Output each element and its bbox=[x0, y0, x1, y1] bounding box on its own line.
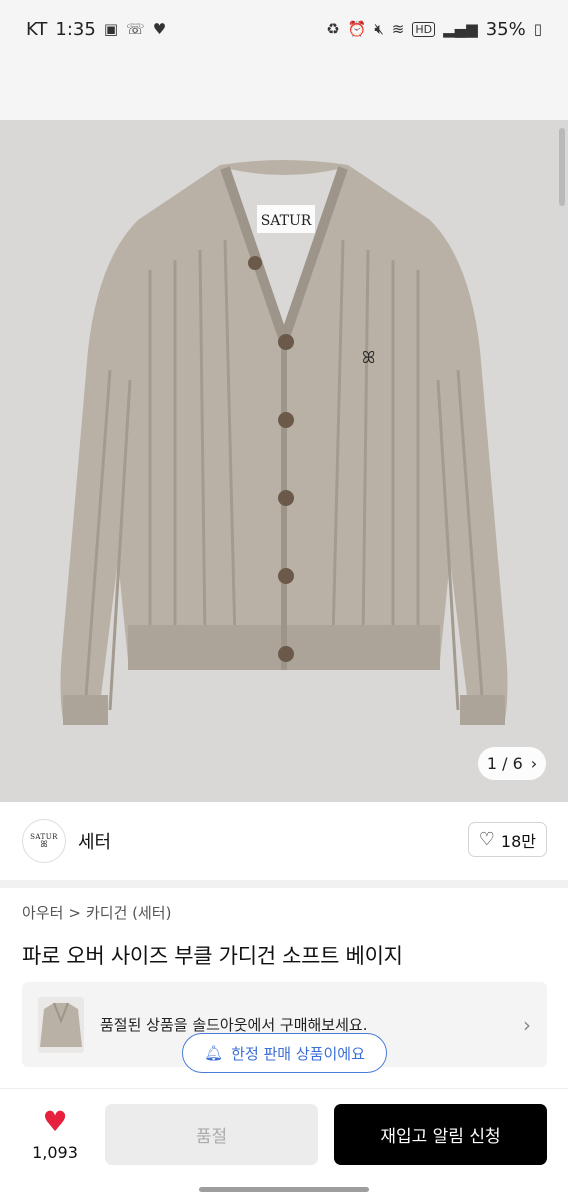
wifi-calling-icon: ☏ bbox=[126, 20, 145, 38]
status-left: KT 1:35 ▣ ☏ ♥ bbox=[26, 19, 166, 40]
heart-notification-icon: ♥ bbox=[152, 20, 167, 38]
cardigan-image: SATUR ꕤ bbox=[60, 160, 508, 725]
limited-sale-badge[interactable]: 🔔︎ 한정 판매 상품이에요 bbox=[182, 1033, 387, 1073]
home-indicator[interactable] bbox=[199, 1187, 369, 1192]
alarm-icon: ⏰ bbox=[347, 20, 367, 38]
mute-icon: 🔇︎ bbox=[374, 20, 384, 38]
bell-icon: 🔔︎ bbox=[204, 1044, 224, 1062]
brand-like-button[interactable]: ♡ 18만 bbox=[467, 822, 547, 857]
brand-name[interactable]: 세터 bbox=[78, 828, 111, 854]
soldout-button: 품절 bbox=[105, 1104, 318, 1165]
gallery-icon: ▣ bbox=[103, 20, 119, 38]
image-page-indicator[interactable]: 1 / 6 › bbox=[478, 747, 546, 780]
chevron-right-icon: › bbox=[530, 754, 538, 773]
wifi-icon: ≋ bbox=[391, 20, 405, 38]
battery-percent: 35% bbox=[485, 18, 526, 40]
chevron-right-icon: › bbox=[523, 1012, 531, 1037]
svg-text:ꕤ: ꕤ bbox=[362, 348, 375, 367]
wishlist-button[interactable]: ♥ 1,093 bbox=[22, 1105, 88, 1163]
brand-row[interactable]: SATUR ꕤ 세터 ♡ 18만 bbox=[0, 802, 568, 880]
carrier-label: KT bbox=[26, 18, 48, 40]
brand-like-count: 18만 bbox=[500, 831, 536, 851]
top-gap bbox=[0, 58, 568, 120]
product-image-gallery[interactable]: SATUR ꕤ bbox=[0, 120, 568, 802]
soldout-thumbnail bbox=[38, 996, 84, 1053]
page-indicator-text: 1 / 6 bbox=[486, 754, 523, 773]
soldout-banner-text: 품절된 상품을 솔드아웃에서 구매해보세요. bbox=[100, 1016, 368, 1034]
brand-emblem-icon: ꕤ bbox=[40, 839, 48, 850]
signal-icon: ▂▄▆ bbox=[443, 20, 478, 38]
clock: 1:35 bbox=[55, 18, 96, 40]
heart-filled-icon: ♥ bbox=[42, 1105, 68, 1138]
breadcrumb-outer[interactable]: 아우터 bbox=[22, 902, 63, 923]
product-title: 파로 오버 사이즈 부클 가디건 소프트 베이지 bbox=[22, 944, 403, 968]
breadcrumb-separator: > bbox=[68, 903, 81, 922]
section-divider bbox=[0, 880, 568, 888]
heart-outline-icon: ♡ bbox=[478, 829, 495, 850]
restock-alert-button[interactable]: 재입고 알림 신청 bbox=[334, 1104, 547, 1165]
hd-icon: HD bbox=[412, 21, 436, 37]
breadcrumb-cardigan[interactable]: 카디건 (세터) bbox=[86, 902, 171, 923]
recycle-icon: ♻ bbox=[326, 20, 340, 38]
wishlist-count: 1,093 bbox=[32, 1143, 78, 1162]
bottom-action-bar: ♥ 1,093 품절 재입고 알림 신청 bbox=[0, 1088, 568, 1200]
status-bar: KT 1:35 ▣ ☏ ♥ ♻ ⏰ 🔇︎ ≋ HD ▂▄▆ 35% ▯ bbox=[0, 0, 568, 58]
battery-icon: ▯ bbox=[533, 20, 542, 38]
scrollbar-thumb[interactable] bbox=[559, 128, 565, 206]
status-right: ♻ ⏰ 🔇︎ ≋ HD ▂▄▆ 35% ▯ bbox=[326, 19, 542, 40]
breadcrumb: 아우터 > 카디건 (세터) bbox=[22, 902, 171, 923]
brand-logo[interactable]: SATUR ꕤ bbox=[22, 819, 66, 863]
garment-label: SATUR bbox=[261, 213, 312, 229]
limited-sale-text: 한정 판매 상품이에요 bbox=[231, 1044, 365, 1063]
